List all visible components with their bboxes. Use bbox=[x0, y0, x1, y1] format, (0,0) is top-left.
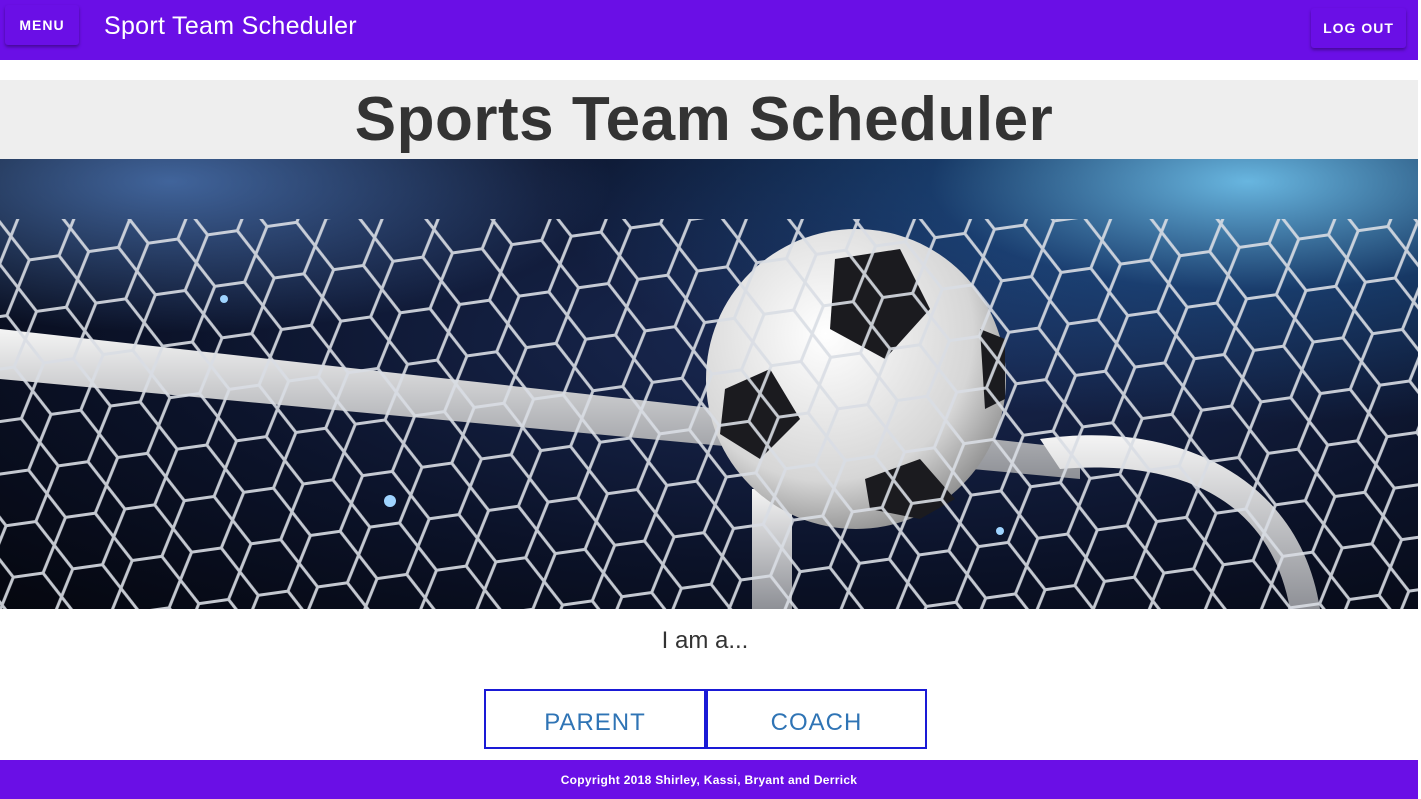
footer: Copyright 2018 Shirley, Kassi, Bryant an… bbox=[0, 760, 1418, 799]
page-title: Sports Team Scheduler bbox=[354, 85, 1054, 154]
menu-button[interactable]: MENU bbox=[5, 5, 79, 45]
copyright-text: Copyright 2018 Shirley, Kassi, Bryant an… bbox=[560, 772, 858, 787]
goal-net bbox=[0, 219, 1418, 609]
app-title: Sport Team Scheduler bbox=[104, 12, 357, 40]
app-bar: MENU Sport Team Scheduler LOG OUT bbox=[0, 0, 1418, 60]
hero-title-band: Sports Team Scheduler bbox=[0, 80, 1418, 159]
logout-button[interactable]: LOG OUT bbox=[1311, 8, 1406, 48]
coach-button[interactable]: COACH bbox=[706, 689, 927, 749]
hero-soccer-image bbox=[0, 159, 1418, 609]
parent-button[interactable]: PARENT bbox=[484, 689, 706, 749]
soccer-goal-illustration bbox=[0, 219, 1418, 609]
role-prompt: I am a... bbox=[661, 627, 749, 654]
